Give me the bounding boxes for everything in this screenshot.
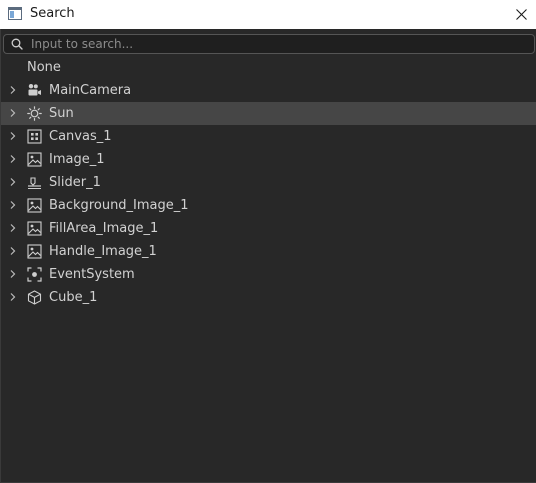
tree-item[interactable]: FillArea_Image_1 bbox=[1, 217, 536, 240]
sun-icon bbox=[27, 106, 42, 121]
window-icon bbox=[8, 7, 22, 20]
chevron-right-icon[interactable] bbox=[8, 154, 18, 164]
chevron-right-icon[interactable] bbox=[8, 292, 18, 302]
tree-item[interactable]: MainCamera bbox=[1, 79, 536, 102]
tree-item-label: Canvas_1 bbox=[49, 129, 112, 144]
search-input[interactable] bbox=[31, 35, 526, 53]
image-icon bbox=[27, 198, 42, 213]
tree-item-label: FillArea_Image_1 bbox=[49, 221, 159, 236]
tree-item[interactable]: Sun bbox=[1, 102, 536, 125]
tree-item[interactable]: Image_1 bbox=[1, 148, 536, 171]
slider-icon bbox=[27, 175, 42, 190]
tree-item-label: Sun bbox=[49, 106, 74, 121]
search-icon bbox=[11, 38, 23, 50]
tree-item-none[interactable]: None bbox=[1, 56, 536, 79]
cube-icon bbox=[27, 290, 42, 305]
image-icon bbox=[27, 152, 42, 167]
canvas-icon bbox=[27, 129, 42, 144]
tree-item[interactable]: Canvas_1 bbox=[1, 125, 536, 148]
tree-item[interactable]: Cube_1 bbox=[1, 286, 536, 309]
chevron-right-icon[interactable] bbox=[8, 108, 18, 118]
event-system-icon bbox=[27, 267, 42, 282]
window-title: Search bbox=[30, 6, 75, 21]
title-bar: Search bbox=[0, 0, 536, 29]
tree-item[interactable]: Background_Image_1 bbox=[1, 194, 536, 217]
tree-item-label: Handle_Image_1 bbox=[49, 244, 157, 259]
object-tree: None MainCamera Sun Canvas_1 Image_1 Sli… bbox=[1, 56, 536, 309]
close-button[interactable] bbox=[506, 0, 536, 29]
tree-item[interactable]: Handle_Image_1 bbox=[1, 240, 536, 263]
chevron-right-icon[interactable] bbox=[8, 200, 18, 210]
chevron-right-icon[interactable] bbox=[8, 85, 18, 95]
search-box bbox=[3, 34, 535, 54]
tree-item[interactable]: EventSystem bbox=[1, 263, 536, 286]
chevron-right-icon[interactable] bbox=[8, 177, 18, 187]
tree-item-label: Slider_1 bbox=[49, 175, 101, 190]
tree-item-label: EventSystem bbox=[49, 267, 135, 282]
tree-item-label: Image_1 bbox=[49, 152, 105, 167]
search-content: None MainCamera bbox=[0, 29, 536, 483]
tree-item[interactable]: Slider_1 bbox=[1, 171, 536, 194]
image-icon bbox=[27, 244, 42, 259]
tree-item-label: Cube_1 bbox=[49, 290, 98, 305]
tree-item-label: MainCamera bbox=[49, 83, 132, 98]
close-icon bbox=[515, 9, 527, 20]
chevron-right-icon[interactable] bbox=[8, 269, 18, 279]
chevron-right-icon[interactable] bbox=[8, 131, 18, 141]
search-window: Search None bbox=[0, 0, 536, 483]
chevron-right-icon[interactable] bbox=[8, 246, 18, 256]
tree-item-label: Background_Image_1 bbox=[49, 198, 189, 213]
image-icon bbox=[27, 221, 42, 236]
camera-icon bbox=[27, 83, 42, 98]
tree-item-label: None bbox=[27, 60, 61, 75]
chevron-right-icon[interactable] bbox=[8, 223, 18, 233]
